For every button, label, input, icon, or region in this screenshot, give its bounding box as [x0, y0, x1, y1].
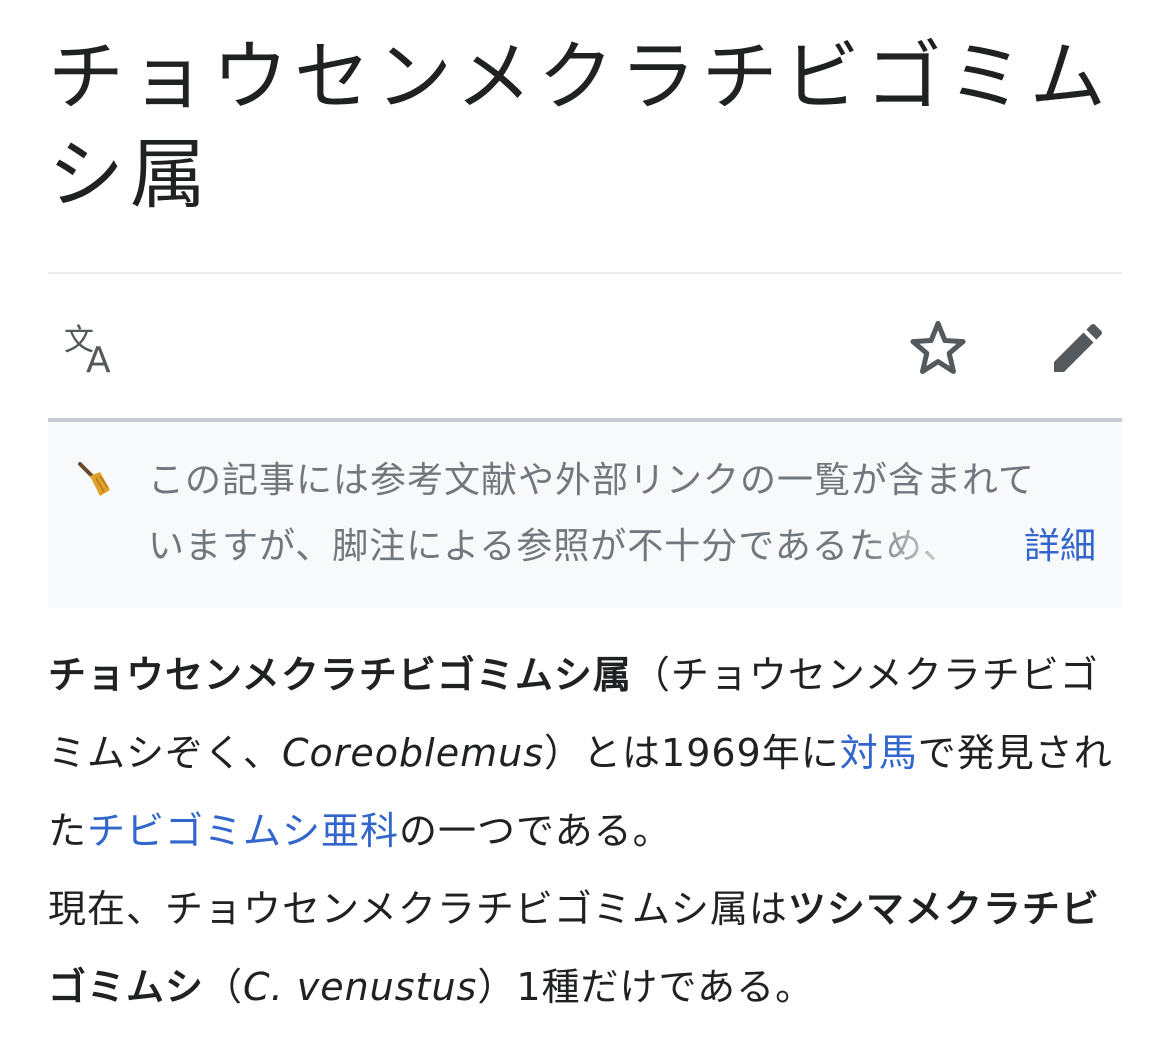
watch-star-button[interactable] — [902, 312, 974, 384]
translate-icon: 文 A — [64, 323, 111, 380]
language-button[interactable]: 文 A — [56, 312, 128, 384]
species-scientific-name: C. venustus — [243, 965, 478, 1009]
one-of-text: の一つである。 — [399, 809, 672, 853]
scientific-name: Coreoblemus — [282, 731, 545, 775]
notice-text: この記事には参考文献や外部リンクの一覧が含まれて いますが、脚注による参照が不十… — [148, 448, 1088, 580]
pencil-icon — [1054, 323, 1103, 372]
species-open-paren: （ — [204, 965, 244, 1009]
edit-button[interactable] — [1042, 312, 1114, 384]
svg-text:A: A — [86, 340, 111, 380]
current-text: 現在、チョウセンメクラチビゴミムシ属は — [48, 887, 788, 931]
article-paragraph: チョウセンメクラチビゴミムシ属（チョウセンメクラチビゴミムシぞく、Coreobl… — [48, 636, 1122, 1026]
broom-icon — [78, 462, 110, 496]
page-actions-bar: 文 A — [48, 278, 1122, 418]
notice-line-1: この記事には参考文献や外部リンクの一覧が含まれて — [148, 460, 1035, 501]
link-subfamily[interactable]: チビゴミムシ亜科 — [87, 809, 399, 853]
ambox-notice[interactable]: この記事には参考文献や外部リンクの一覧が含まれて いますが、脚注による参照が不十… — [48, 422, 1122, 608]
link-tsushima[interactable]: 対馬 — [840, 731, 918, 775]
discovery-text: ）とは1969年に — [544, 731, 840, 775]
title-divider — [48, 272, 1122, 274]
page-title: チョウセンメクラチビゴミムシ属 — [48, 32, 1112, 219]
star-outline-icon — [910, 320, 966, 375]
bold-genus-name: チョウセンメクラチビゴミムシ属 — [48, 653, 632, 697]
species-count-text: ）1種だけである。 — [477, 965, 815, 1009]
notice-details-link[interactable]: 詳細 — [1024, 514, 1096, 580]
article-page: チョウセンメクラチビゴミムシ属 文 A この記事には参考文献や外部リンクの一覧が… — [48, 0, 1122, 1009]
notice-line-2: いますが、脚注による参照が不十分であるため、 — [148, 526, 960, 567]
